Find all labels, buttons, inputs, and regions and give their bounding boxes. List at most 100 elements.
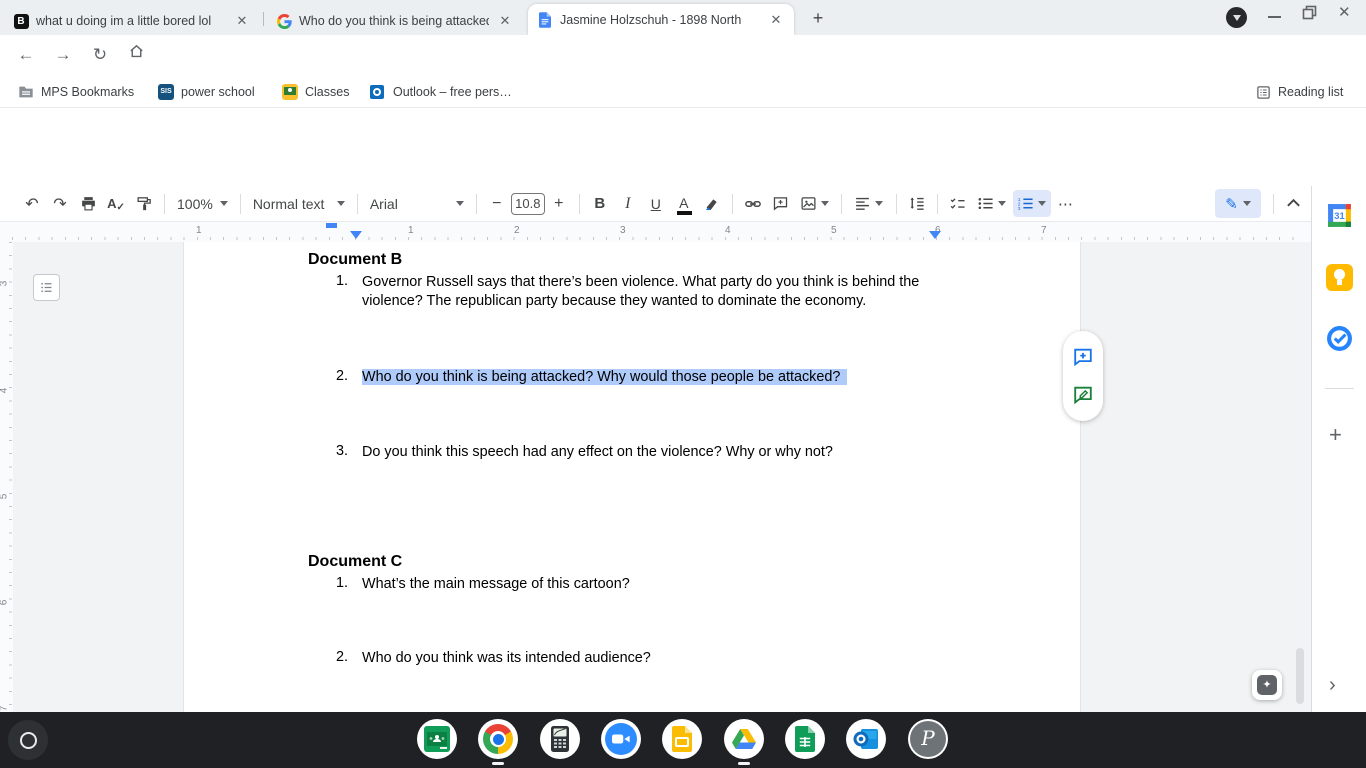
undo-icon[interactable]: ↶ <box>19 190 45 217</box>
selection-action-pill <box>1063 331 1103 421</box>
google-drive-app-icon[interactable] <box>724 719 764 759</box>
tab-close-icon[interactable]: ✕ <box>767 11 785 29</box>
checklist-icon[interactable] <box>945 190 971 217</box>
hide-menus-chevron-icon[interactable] <box>1286 195 1301 213</box>
svg-text:3: 3 <box>1018 206 1021 211</box>
numbered-list-icon[interactable]: 123 <box>1012 190 1051 217</box>
ruler-number: 5 <box>831 225 837 236</box>
zoom-value: 100% <box>177 195 213 212</box>
outlook-icon <box>370 84 386 100</box>
ruler-number: 6 <box>0 596 10 610</box>
reload-icon[interactable]: ↻ <box>88 43 112 67</box>
zoom-select[interactable]: 100% <box>171 190 234 217</box>
sis-icon: SIS <box>158 84 174 100</box>
paragraph-style-select[interactable]: Normal text <box>247 190 351 217</box>
bookmark-label: MPS Bookmarks <box>41 85 135 99</box>
tab-2[interactable]: Who do you think is being attacked ✕ <box>267 7 523 35</box>
redo-icon[interactable]: ↷ <box>47 190 73 217</box>
horizontal-ruler[interactable]: 1 1 2 3 4 5 6 7 <box>0 222 1311 242</box>
font-size-input[interactable]: 10.8 <box>510 192 545 215</box>
decrease-font-icon[interactable]: − <box>484 190 510 217</box>
launcher-button[interactable] <box>8 720 48 760</box>
left-indent-marker[interactable] <box>350 231 362 239</box>
bookmarks-bar: MPS Bookmarks SIS power school Classes O… <box>0 76 1366 108</box>
vertical-ruler[interactable]: 3 4 5 6 7 <box>0 242 13 712</box>
google-calendar-icon[interactable]: 31 <box>1326 202 1353 229</box>
first-line-indent-marker[interactable] <box>326 223 337 228</box>
increase-font-icon[interactable]: + <box>546 190 572 217</box>
google-docs-favicon-icon <box>537 11 553 28</box>
bookmark-outlook[interactable]: Outlook – free pers… <box>370 81 512 103</box>
restore-button[interactable] <box>1302 5 1317 25</box>
add-addon-icon[interactable]: + <box>1329 422 1342 448</box>
print-icon[interactable] <box>75 190 101 217</box>
explore-button[interactable]: ✦ <box>1252 670 1282 700</box>
gray-p-app-icon[interactable]: P <box>908 719 948 759</box>
new-tab-button[interactable]: + <box>806 6 830 30</box>
underline-icon[interactable]: U <box>643 190 669 217</box>
chrome-app-icon[interactable] <box>478 719 518 759</box>
browser-caret-menu-icon[interactable] <box>1226 7 1247 28</box>
ruler-number: 4 <box>0 384 10 398</box>
document-b-heading: Document B <box>308 251 403 268</box>
google-keep-icon[interactable] <box>1326 264 1353 291</box>
google-tasks-icon[interactable] <box>1326 325 1353 352</box>
list-number: 2. <box>336 649 349 665</box>
home-icon[interactable] <box>124 43 148 67</box>
add-comment-icon[interactable] <box>768 190 794 217</box>
highlight-color-icon[interactable] <box>699 190 725 217</box>
document-page[interactable]: Document B 1. Governor Russell says that… <box>183 242 1081 712</box>
back-icon[interactable]: ← <box>14 43 38 67</box>
add-comment-icon[interactable] <box>1072 346 1094 368</box>
bold-icon[interactable]: B <box>587 190 613 217</box>
insert-link-icon[interactable] <box>740 190 766 217</box>
paint-format-icon[interactable] <box>131 190 157 217</box>
reading-list-button[interactable]: Reading list <box>1256 81 1343 103</box>
tab-title: Who do you think is being attacked <box>299 14 489 28</box>
google-sheets-app-icon[interactable] <box>785 719 825 759</box>
close-window-button[interactable]: ✕ <box>1338 3 1351 21</box>
collapse-panel-chevron-icon[interactable]: › <box>1329 674 1336 697</box>
selected-text: Who do you think is being attacked? Why … <box>362 369 848 385</box>
tab-title: Jasmine Holzschuh - 1898 North <box>560 12 742 27</box>
chevron-down-icon <box>1038 201 1047 206</box>
forward-icon[interactable]: → <box>51 43 75 67</box>
graphing-calculator-app-icon[interactable] <box>540 719 580 759</box>
bulleted-list-icon[interactable] <box>973 190 1011 217</box>
tab-close-icon[interactable]: ✕ <box>496 12 514 30</box>
chevron-down-icon <box>219 201 228 206</box>
more-options-icon[interactable]: ⋯ <box>1053 190 1079 217</box>
text-color-icon[interactable]: A <box>671 190 697 217</box>
outlook-app-icon[interactable] <box>846 719 886 759</box>
suggest-edit-icon[interactable] <box>1072 384 1094 406</box>
tab-1[interactable]: B what u doing im a little bored lol ✕ <box>4 7 260 35</box>
right-indent-marker[interactable] <box>929 231 941 239</box>
ruler-number: 4 <box>725 225 731 236</box>
classroom-app-icon[interactable] <box>417 719 457 759</box>
font-select[interactable]: Arial <box>364 190 470 217</box>
spellcheck-icon[interactable]: A ✓ <box>103 190 129 217</box>
line-spacing-icon[interactable] <box>904 190 930 217</box>
tab-3-active[interactable]: Jasmine Holzschuh - 1898 North ✕ <box>528 4 794 35</box>
insert-image-icon[interactable] <box>796 190 834 217</box>
align-icon[interactable] <box>849 190 889 217</box>
ruler-number: 1 <box>408 225 414 236</box>
classroom-icon <box>282 84 298 100</box>
minimize-button[interactable] <box>1268 16 1281 18</box>
reading-list-icon <box>1257 85 1270 99</box>
document-outline-button[interactable] <box>33 274 60 301</box>
italic-icon[interactable]: I <box>615 190 641 217</box>
ruler-number: 5 <box>0 490 10 504</box>
vertical-scrollbar[interactable] <box>1296 648 1304 704</box>
style-value: Normal text <box>252 195 325 212</box>
running-app-indicator <box>738 762 750 765</box>
chevron-down-icon <box>336 201 345 206</box>
bookmark-powerschool[interactable]: SIS power school <box>158 81 255 103</box>
bookmark-classes[interactable]: Classes <box>282 81 349 103</box>
bookmark-mps[interactable]: MPS Bookmarks <box>18 81 134 103</box>
google-slides-app-icon[interactable] <box>662 719 702 759</box>
explore-sparkle-icon: ✦ <box>1257 675 1277 695</box>
zoom-app-icon[interactable] <box>601 719 641 759</box>
tab-close-icon[interactable]: ✕ <box>233 12 251 30</box>
editing-mode-button[interactable]: ✎ <box>1215 189 1261 218</box>
